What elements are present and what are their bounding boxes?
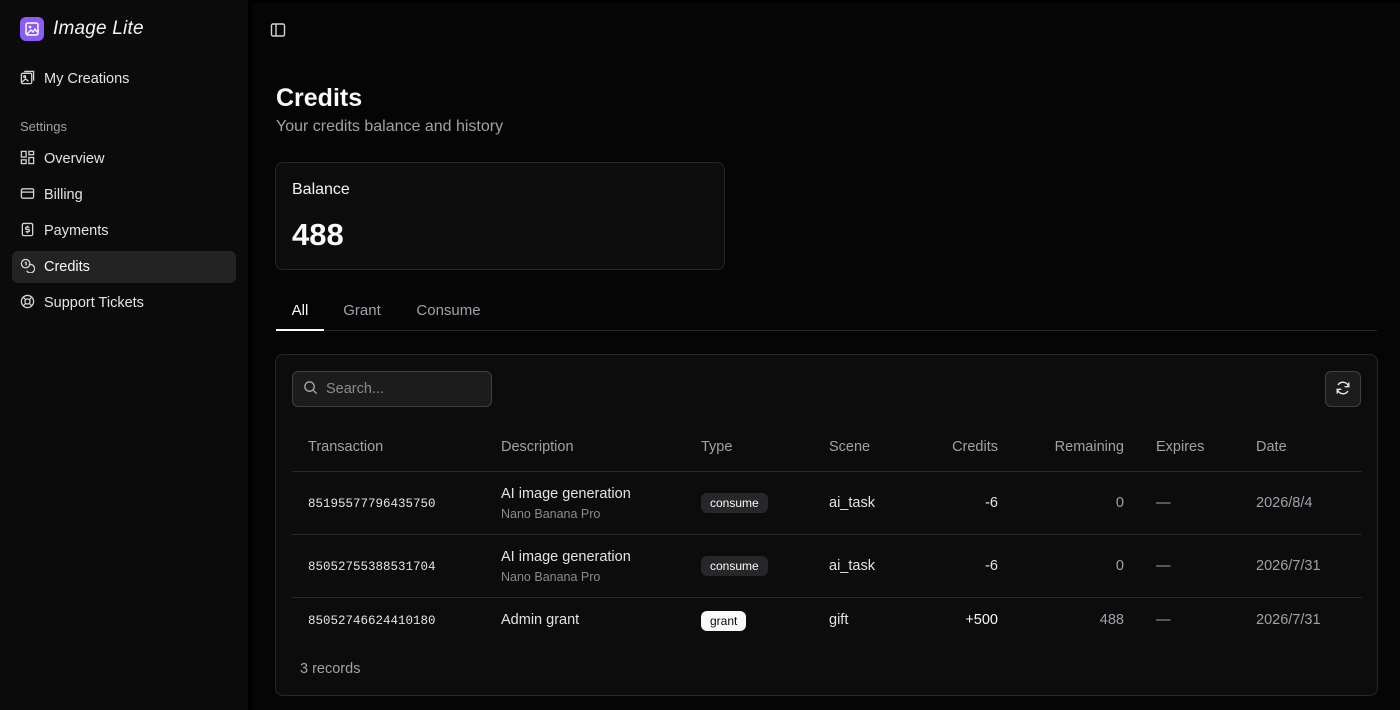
expires-value: — — [1156, 612, 1171, 628]
scene: ai_task — [829, 495, 875, 511]
description-sub: Nano Banana Pro — [501, 507, 601, 521]
tab-consume[interactable]: Consume — [414, 292, 483, 331]
scene: gift — [829, 612, 849, 628]
sidebar-item-label: Credits — [44, 259, 90, 275]
lifebuoy-icon — [20, 294, 35, 313]
sidebar-item-overview[interactable]: Overview — [12, 143, 236, 175]
sidebar-item-billing[interactable]: Billing — [12, 179, 236, 211]
column-header-expires: Expires — [1156, 439, 1205, 455]
transaction-id: 85052755388531704 — [308, 560, 436, 574]
search-field[interactable] — [292, 371, 492, 407]
credit-card-icon — [20, 186, 35, 205]
balance-label: Balance — [292, 181, 350, 198]
type-badge: grant — [701, 611, 747, 631]
description: AI image generation — [501, 486, 631, 502]
description-sub: Nano Banana Pro — [501, 570, 601, 584]
sidebar-item-my-creations[interactable]: My Creations — [12, 63, 236, 95]
receipt-dollar-icon — [20, 222, 35, 241]
history-tabs: All Grant Consume — [276, 292, 1377, 331]
column-header-type: Type — [701, 439, 733, 455]
type-badge: consume — [701, 493, 768, 513]
expires-value: — — [1156, 495, 1171, 511]
remaining-value: 0 — [1115, 495, 1124, 511]
row-divider — [292, 597, 1362, 598]
type-badge: consume — [701, 556, 768, 576]
records-count: 3 records — [300, 661, 361, 677]
sidebar-item-payments[interactable]: Payments — [12, 215, 236, 247]
sidebar-toggle-button[interactable] — [266, 19, 290, 43]
transactions-card: Transaction Description Type Scene Credi… — [275, 354, 1378, 696]
app-name: Image Lite — [53, 18, 144, 39]
description: Admin grant — [501, 612, 580, 628]
column-header-date: Date — [1256, 439, 1287, 455]
refresh-button[interactable] — [1325, 371, 1361, 407]
main-content: Credits Your credits balance and history… — [252, 3, 1400, 710]
date-value: 2026/8/4 — [1256, 495, 1313, 511]
panel-left-icon — [270, 22, 286, 41]
credits-value: -6 — [985, 558, 998, 574]
sidebar-item-label: Support Tickets — [44, 295, 144, 311]
sidebar: Image Lite My Creations Settings Overvie… — [0, 0, 248, 710]
column-header-description: Description — [501, 439, 574, 455]
credits-value: -6 — [985, 495, 998, 511]
app-logo-icon — [20, 17, 44, 41]
tab-grant[interactable]: Grant — [340, 292, 384, 331]
balance-value: 488 — [292, 217, 344, 252]
tab-all[interactable]: All — [276, 292, 324, 331]
remaining-value: 0 — [1115, 558, 1124, 574]
sidebar-item-label: My Creations — [44, 71, 130, 87]
search-input[interactable] — [326, 381, 476, 397]
balance-card: Balance 488 — [275, 162, 725, 270]
column-header-credits: Credits — [952, 439, 998, 455]
credits-value: +500 — [965, 612, 998, 628]
expires-value: — — [1156, 558, 1171, 574]
sidebar-item-support-tickets[interactable]: Support Tickets — [12, 287, 236, 319]
transaction-id: 85195577796435750 — [308, 497, 436, 511]
page-title: Credits — [276, 84, 363, 112]
sidebar-item-credits[interactable]: Credits — [12, 251, 236, 283]
search-icon — [303, 380, 318, 398]
sidebar-item-label: Overview — [44, 151, 105, 167]
row-divider — [292, 534, 1362, 535]
column-header-remaining: Remaining — [1054, 439, 1124, 455]
column-header-transaction: Transaction — [308, 439, 384, 455]
transaction-id: 85052746624410180 — [308, 614, 436, 628]
page-subtitle: Your credits balance and history — [276, 118, 504, 135]
brand[interactable]: Image Lite — [20, 17, 144, 41]
date-value: 2026/7/31 — [1256, 612, 1321, 628]
remaining-value: 488 — [1099, 612, 1124, 628]
date-value: 2026/7/31 — [1256, 558, 1321, 574]
sidebar-item-label: Billing — [44, 187, 83, 203]
header-divider — [292, 471, 1362, 472]
settings-group-label: Settings — [20, 119, 67, 134]
image-icon — [20, 70, 35, 89]
description: AI image generation — [501, 549, 631, 565]
sidebar-item-label: Payments — [44, 223, 109, 239]
grid-icon — [20, 150, 35, 169]
refresh-icon — [1335, 380, 1351, 399]
scene: ai_task — [829, 558, 875, 574]
coins-icon — [20, 258, 36, 277]
column-header-scene: Scene — [829, 439, 871, 455]
